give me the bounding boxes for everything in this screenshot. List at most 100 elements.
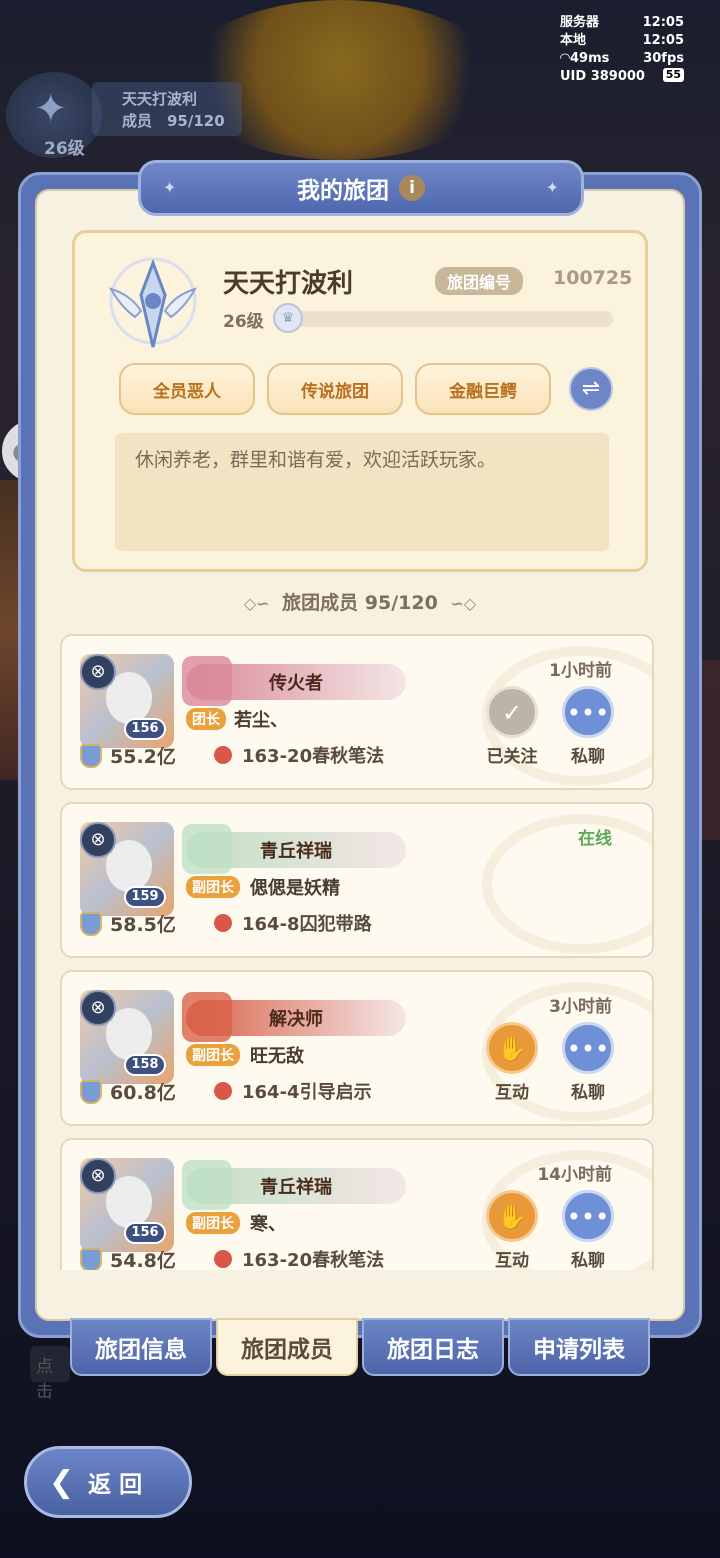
class-badge-icon: ⊗ — [80, 654, 116, 690]
info-icon[interactable]: i — [399, 175, 425, 201]
member-location: 163-20春秋笔法 — [242, 1250, 385, 1270]
member-name: 偲偲是妖精 — [250, 878, 340, 899]
tab-guild-log[interactable]: 旅团日志 — [362, 1318, 504, 1376]
crown-icon: ♛ — [273, 303, 303, 333]
location-pin-icon — [214, 746, 232, 764]
background-guild-members: 成员 95/120 — [122, 112, 225, 130]
member-level: 159 — [124, 886, 166, 908]
member-last-seen: 1小时前 — [549, 661, 612, 681]
private-chat-button[interactable]: ••• 私聊 — [560, 1022, 616, 1103]
title-emblem-icon — [182, 992, 232, 1042]
member-power: 60.8亿 — [110, 1082, 176, 1104]
swap-tags-button[interactable]: ⇌ — [569, 367, 613, 411]
member-location: 164-4引导启示 — [242, 1082, 372, 1103]
class-badge-icon: ⊗ — [80, 990, 116, 1026]
guild-emblem-icon — [108, 257, 198, 348]
followed-button[interactable]: ✓ 已关注 — [484, 686, 540, 767]
member-level: 156 — [124, 1222, 166, 1244]
location-pin-icon — [214, 914, 232, 932]
member-title: 解决师 — [269, 1009, 323, 1030]
guild-tag-1[interactable]: 全员恶人 — [119, 363, 255, 415]
chat-icon: ••• — [562, 1190, 614, 1242]
title-emblem-icon — [182, 1160, 232, 1210]
member-level: 158 — [124, 1054, 166, 1076]
status-hud: 服务器 12:05 本地 12:05 ◠49ms 30fps UID 389000 55 — [560, 14, 684, 86]
guild-level-progress-bar — [283, 311, 613, 327]
handshake-icon: ✋ — [486, 1190, 538, 1242]
member-list[interactable]: ⊗ 156 55.2亿 传火者 团长 若尘、 163-20春秋笔法 1小时前 ✓… — [60, 634, 656, 1270]
member-title-badge: 青丘祥瑞 — [182, 1160, 406, 1210]
server-time: 12:05 — [642, 15, 684, 30]
action-label: 互动 — [495, 1083, 529, 1103]
handshake-icon: ✋ — [486, 1022, 538, 1074]
panel-title-bar: ✦ 我的旅团 i ✦ — [138, 160, 584, 216]
guild-tag-3[interactable]: 金融巨鳄 — [415, 363, 551, 415]
background-guild-name: 天天打波利 — [122, 90, 198, 108]
guild-id-value: 100725 — [553, 267, 633, 289]
member-title-badge: 解决师 — [182, 992, 406, 1042]
member-name: 旺无敌 — [250, 1046, 304, 1067]
uid: UID 389000 — [560, 69, 645, 84]
member-last-seen: 3小时前 — [549, 997, 612, 1017]
member-last-seen: 14小时前 — [537, 1165, 612, 1185]
power-shield-icon — [80, 912, 102, 936]
action-label: 私聊 — [571, 747, 605, 767]
power-shield-icon — [80, 744, 102, 768]
private-chat-button[interactable]: ••• 私聊 — [560, 686, 616, 767]
member-location: 164-8囚犯带路 — [242, 914, 372, 935]
star-icon: ✦ — [163, 178, 177, 197]
background-guild-level: 26级 — [44, 139, 85, 159]
member-name: 若尘、 — [234, 710, 288, 731]
member-power: 54.8亿 — [110, 1250, 176, 1270]
member-card[interactable]: ⊗ 159 58.5亿 青丘祥瑞 副团长 偲偲是妖精 164-8囚犯带路 在线 — [60, 802, 654, 958]
class-badge-icon: ⊗ — [80, 822, 116, 858]
interact-button[interactable]: ✋ 互动 — [484, 1190, 540, 1270]
class-badge-icon: ⊗ — [80, 1158, 116, 1194]
interact-button[interactable]: ✋ 互动 — [484, 1022, 540, 1103]
check-icon: ✓ — [486, 686, 538, 738]
local-label: 本地 — [560, 33, 587, 48]
member-title-badge: 传火者 — [182, 656, 406, 706]
guild-level: 26级 — [223, 312, 264, 332]
tab-guild-members[interactable]: 旅团成员 — [216, 1318, 358, 1376]
background-hint: 点击 — [30, 1346, 70, 1402]
private-chat-button[interactable]: ••• 私聊 — [560, 1190, 616, 1270]
action-label: 互动 — [495, 1251, 529, 1270]
ornament-left-icon: ◇∽ — [243, 594, 270, 613]
member-title: 传火者 — [269, 673, 323, 694]
tab-guild-info[interactable]: 旅团信息 — [70, 1318, 212, 1376]
swap-icon: ⇌ — [581, 376, 601, 401]
member-title: 青丘祥瑞 — [260, 1177, 332, 1198]
member-role: 副团长 — [186, 1044, 240, 1066]
star-icon: ✦ — [545, 178, 559, 197]
guild-tag-2[interactable]: 传说旅团 — [267, 363, 403, 415]
action-label: 已关注 — [486, 747, 538, 767]
member-level: 156 — [124, 718, 166, 740]
back-arrow-icon: ❮ — [49, 1464, 75, 1500]
battery-icon: 55 — [662, 68, 684, 82]
member-location: 163-20春秋笔法 — [242, 746, 385, 767]
members-header: ◇∽ 旅团成员 95/120 ∽◇ — [0, 588, 720, 615]
card-decoration — [482, 814, 652, 954]
tab-application-list[interactable]: 申请列表 — [508, 1318, 650, 1376]
wifi-ping: ◠49ms — [560, 51, 610, 66]
members-header-text: 旅团成员 95/120 — [282, 592, 438, 614]
member-last-seen: 在线 — [578, 829, 612, 849]
member-title-badge: 青丘祥瑞 — [182, 824, 406, 874]
location-pin-icon — [214, 1250, 232, 1268]
member-card[interactable]: ⊗ 158 60.8亿 解决师 副团长 旺无敌 164-4引导启示 3小时前 ✋… — [60, 970, 654, 1126]
back-button[interactable]: ❮ 返 回 — [24, 1446, 192, 1518]
title-emblem-icon — [182, 656, 232, 706]
location-pin-icon — [214, 1082, 232, 1100]
member-role: 团长 — [186, 708, 226, 730]
fps: 30fps — [643, 51, 684, 66]
ornament-right-icon: ∽◇ — [450, 594, 477, 613]
member-card[interactable]: ⊗ 156 54.8亿 青丘祥瑞 副团长 寒、 163-20春秋笔法 14小时前… — [60, 1138, 654, 1270]
member-card[interactable]: ⊗ 156 55.2亿 传火者 团长 若尘、 163-20春秋笔法 1小时前 ✓… — [60, 634, 654, 790]
wing-emblem-icon: ✦ — [34, 86, 68, 132]
power-shield-icon — [80, 1080, 102, 1104]
wifi-icon: ◠ — [560, 51, 570, 66]
chat-icon: ••• — [562, 686, 614, 738]
back-label: 返 回 — [88, 1472, 143, 1498]
member-power: 58.5亿 — [110, 914, 176, 936]
